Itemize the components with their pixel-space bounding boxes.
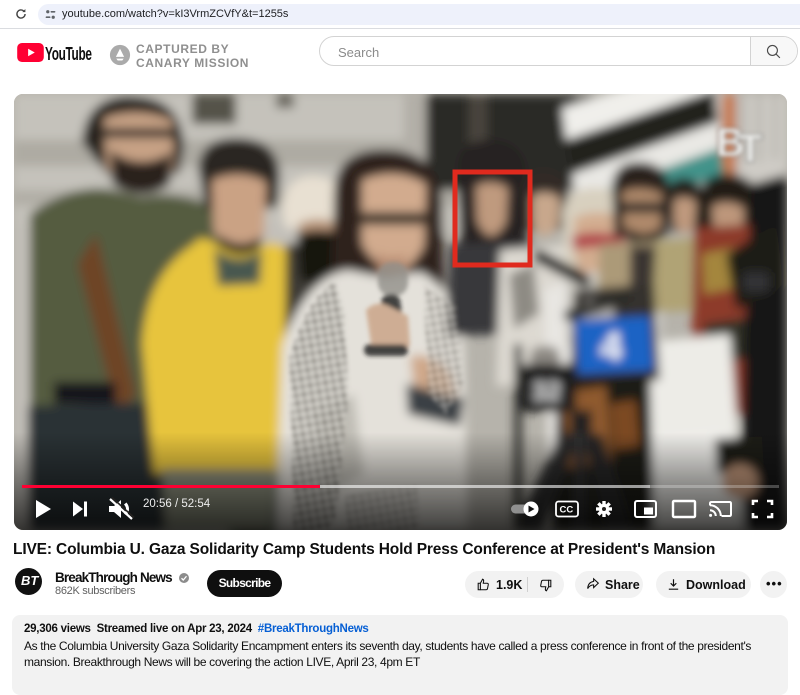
svg-text:32: 32: [532, 376, 561, 406]
svg-text:T: T: [738, 127, 762, 171]
svg-text:CC: CC: [560, 505, 574, 516]
svg-text:4: 4: [600, 325, 623, 369]
